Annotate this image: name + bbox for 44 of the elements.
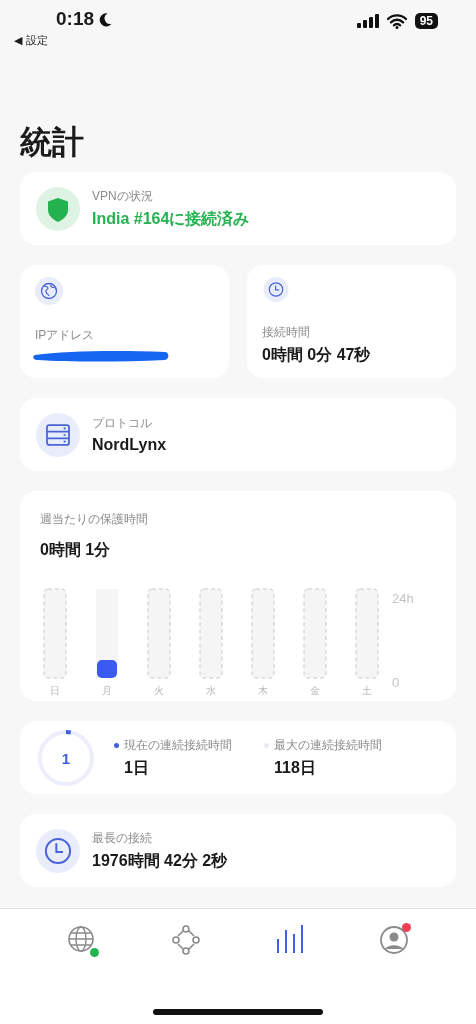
- page-title: 統計: [20, 126, 85, 158]
- server-icon: [36, 412, 80, 457]
- day-label: 土: [362, 685, 372, 696]
- bar: [97, 660, 117, 678]
- protocol-value: NordLynx: [92, 436, 167, 454]
- back-link[interactable]: ◀ 設定: [14, 32, 134, 48]
- shield-icon: [36, 186, 80, 231]
- tab[interactable]: [65, 923, 99, 957]
- longest-label: 最長の接続: [92, 829, 153, 847]
- wifi-icon: [386, 13, 407, 29]
- longest-value: 1976時間 42分 2秒: [92, 850, 228, 871]
- ip-label: IPアドレス: [35, 327, 95, 344]
- vpn-status-value: India #164に接続済み: [92, 208, 250, 229]
- day-label: 水: [206, 685, 216, 696]
- profile-icon: [379, 925, 409, 955]
- streak-label: 現在の連続接続時間: [124, 736, 232, 754]
- weekly-value: 0時間 1分: [40, 540, 111, 560]
- battery-level: 95: [414, 13, 438, 29]
- tab[interactable]: [377, 923, 411, 957]
- clock-icon: [36, 828, 80, 873]
- globe-icon: [35, 277, 63, 305]
- weekly-label: 週当たりの保護時間: [40, 511, 148, 528]
- globe-icon: [67, 925, 97, 955]
- network-icon: [171, 925, 201, 955]
- day-label: 木: [258, 685, 268, 696]
- streak-label: 最大の連続接続時間: [274, 736, 382, 754]
- bar-chart-icon: [275, 925, 305, 955]
- status-time: 0:18: [56, 8, 95, 31]
- day-label: 火: [154, 685, 164, 696]
- day-label: 月: [102, 685, 112, 696]
- connection-time-value: 0時間 0分 47秒: [262, 345, 371, 365]
- vpn-status-label: VPNの状況: [92, 187, 154, 205]
- axis-tick-label: 24h: [392, 591, 414, 606]
- streak-count: 1: [61, 749, 71, 766]
- axis-tick-label: 0: [392, 675, 400, 690]
- signal-icon: [356, 14, 379, 28]
- clock-icon: [262, 277, 290, 302]
- protocol-label: プロトコル: [92, 415, 153, 432]
- streak-value: 1日: [124, 757, 150, 778]
- connection-time-label: 接続時間: [262, 324, 310, 341]
- streak-value: 118日: [274, 757, 317, 778]
- moon-icon: [98, 11, 114, 27]
- day-label: 金: [310, 685, 320, 696]
- tab[interactable]: [169, 923, 203, 957]
